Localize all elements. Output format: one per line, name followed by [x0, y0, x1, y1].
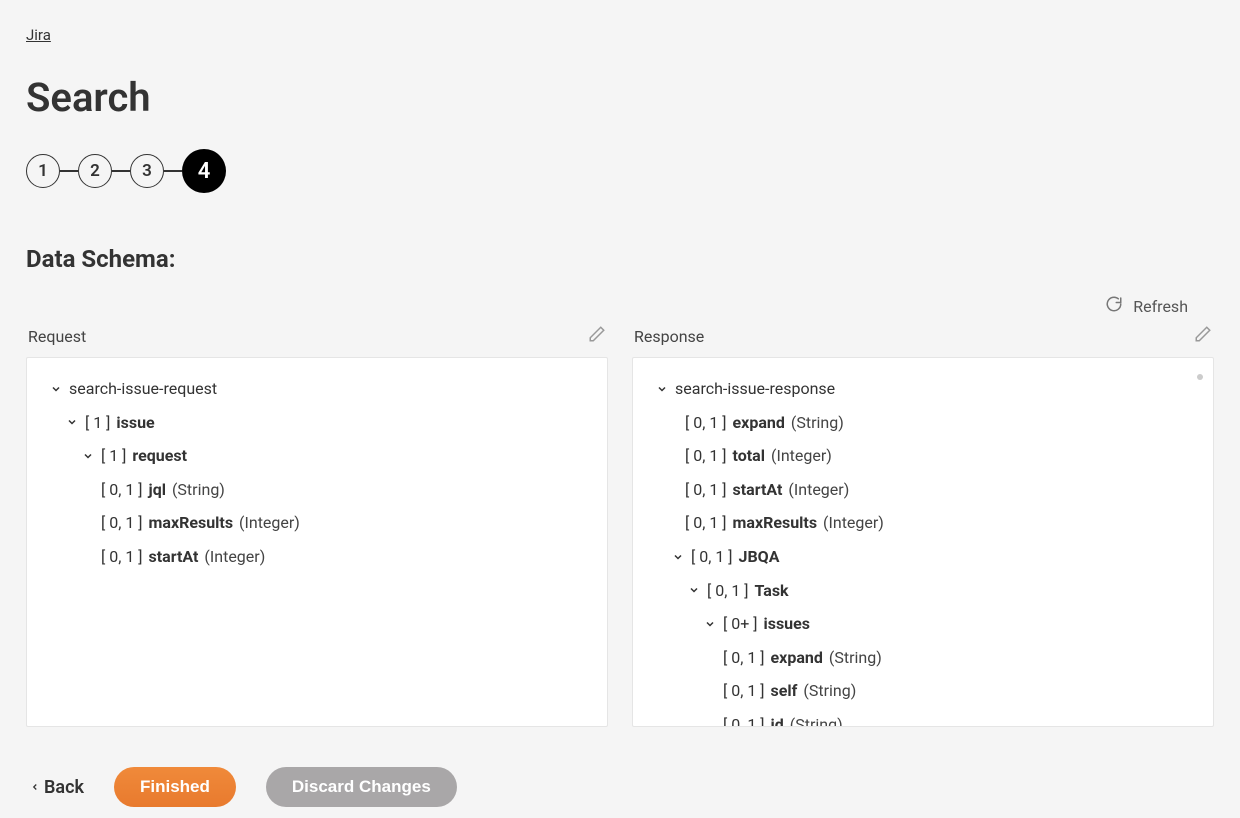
- tree-leaf-type: (String): [791, 410, 844, 436]
- tree-node-name: Task: [755, 578, 789, 604]
- cardinality: [ 0, 1 ]: [101, 477, 143, 503]
- tree-leaf-name: expand: [771, 645, 823, 671]
- chevron-down-icon[interactable]: [49, 383, 63, 395]
- cardinality: [ 0, 1 ]: [101, 510, 143, 536]
- page-title: Search: [26, 74, 1214, 121]
- cardinality: [ 0, 1 ]: [101, 544, 143, 570]
- step-connector: [112, 170, 130, 172]
- tree-leaf-type: (String): [829, 645, 882, 671]
- request-schema-panel: search-issue-request [ 1 ] issue: [26, 357, 608, 727]
- tree-leaf-name: jql: [149, 477, 166, 503]
- tree-leaf-name: total: [733, 443, 765, 469]
- step-1[interactable]: 1: [26, 154, 60, 188]
- chevron-down-icon[interactable]: [655, 383, 669, 395]
- tree-leaf-name: startAt: [733, 477, 783, 503]
- cardinality: [ 1 ]: [101, 443, 126, 469]
- breadcrumb-jira[interactable]: Jira: [26, 26, 51, 44]
- chevron-down-icon[interactable]: [687, 584, 701, 596]
- tree-node-root: search-issue-request: [69, 376, 217, 402]
- cardinality: [ 0, 1 ]: [685, 477, 727, 503]
- cardinality: [ 0, 1 ]: [685, 410, 727, 436]
- tree-leaf-type: (Integer): [788, 477, 849, 503]
- tree-leaf-name: expand: [733, 410, 785, 436]
- scrollbar-indicator[interactable]: [1197, 374, 1203, 380]
- back-label: Back: [44, 777, 84, 798]
- step-connector: [164, 170, 182, 172]
- chevron-left-icon: [30, 780, 40, 794]
- step-3[interactable]: 3: [130, 154, 164, 188]
- stepper: 1 2 3 4: [26, 149, 1214, 193]
- refresh-button[interactable]: Refresh: [26, 295, 1214, 317]
- section-title: Data Schema:: [26, 245, 1214, 273]
- response-schema-panel: search-issue-response [ 0, 1 ] expand (S…: [632, 357, 1214, 727]
- chevron-down-icon[interactable]: [81, 450, 95, 462]
- finished-button[interactable]: Finished: [114, 767, 236, 807]
- refresh-icon: [1105, 295, 1123, 317]
- chevron-down-icon[interactable]: [703, 618, 717, 630]
- cardinality: [ 1 ]: [85, 410, 110, 436]
- tree-leaf-type: (Integer): [239, 510, 300, 536]
- chevron-down-icon[interactable]: [65, 416, 79, 428]
- tree-node-name: issues: [764, 611, 811, 637]
- tree-leaf-name: maxResults: [733, 510, 818, 536]
- tree-leaf-type: (String): [803, 678, 856, 704]
- chevron-down-icon[interactable]: [671, 551, 685, 563]
- tree-node-root: search-issue-response: [675, 376, 835, 402]
- tree-node-name: issue: [116, 410, 154, 436]
- cardinality: [ 0, 1 ]: [685, 443, 727, 469]
- cardinality: [ 0+ ]: [723, 611, 758, 637]
- tree-leaf-name: id: [771, 712, 784, 727]
- response-label: Response: [634, 327, 704, 346]
- tree-node-name: JBQA: [739, 544, 780, 570]
- tree-leaf-type: (String): [790, 712, 843, 727]
- cardinality: [ 0, 1 ]: [723, 678, 765, 704]
- cardinality: [ 0, 1 ]: [685, 510, 727, 536]
- tree-leaf-type: (Integer): [771, 443, 832, 469]
- edit-icon[interactable]: [1194, 325, 1212, 347]
- step-4[interactable]: 4: [182, 149, 226, 193]
- cardinality: [ 0, 1 ]: [723, 712, 765, 727]
- tree-leaf-type: (Integer): [204, 544, 265, 570]
- back-button[interactable]: Back: [30, 777, 84, 798]
- cardinality: [ 0, 1 ]: [691, 544, 733, 570]
- request-label: Request: [28, 327, 86, 346]
- cardinality: [ 0, 1 ]: [723, 645, 765, 671]
- cardinality: [ 0, 1 ]: [707, 578, 749, 604]
- refresh-label: Refresh: [1133, 297, 1188, 316]
- edit-icon[interactable]: [588, 325, 606, 347]
- tree-node-name: request: [132, 443, 187, 469]
- discard-changes-button[interactable]: Discard Changes: [266, 767, 457, 807]
- tree-leaf-name: maxResults: [149, 510, 234, 536]
- step-2[interactable]: 2: [78, 154, 112, 188]
- tree-leaf-type: (Integer): [823, 510, 884, 536]
- tree-leaf-type: (String): [172, 477, 225, 503]
- step-connector: [60, 170, 78, 172]
- tree-leaf-name: self: [771, 678, 798, 704]
- tree-leaf-name: startAt: [149, 544, 199, 570]
